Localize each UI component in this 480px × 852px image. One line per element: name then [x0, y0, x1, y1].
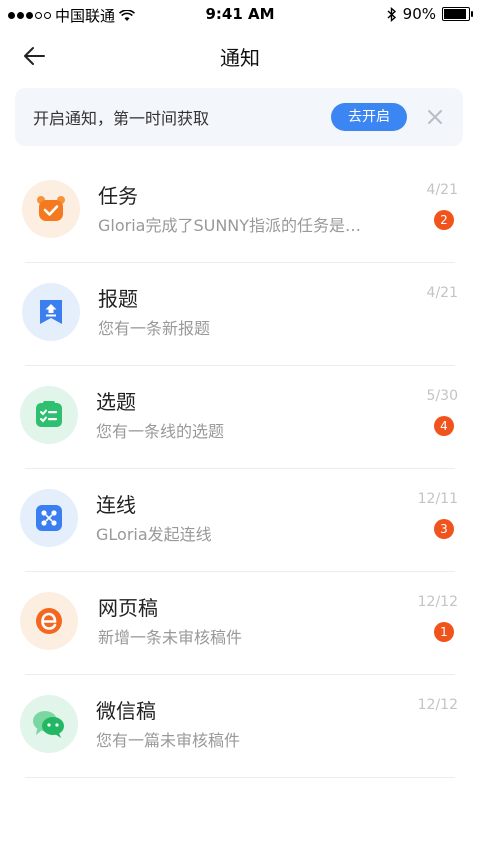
item-date: 12/12: [417, 594, 458, 610]
battery-percent: 90%: [402, 5, 436, 23]
item-title: 网页稿: [98, 596, 158, 620]
checklist-icon: [20, 386, 78, 444]
status-right: 90%: [387, 5, 473, 23]
item-subtitle: GLoria发起连线: [96, 525, 212, 544]
browser-e-icon: [20, 592, 78, 650]
unread-badge: 3: [434, 519, 454, 539]
item-date: 12/11: [417, 491, 458, 507]
item-subtitle: 您有一条线的选题: [96, 422, 225, 441]
item-title: 微信稿: [96, 699, 156, 723]
unread-badge: 1: [434, 622, 454, 642]
list-item[interactable]: 连线 GLoria发起连线 12/11 3: [0, 469, 480, 572]
page-title: 通知: [220, 46, 260, 70]
wechat-icon: [20, 695, 78, 753]
list-item[interactable]: 网页稿 新增一条未审核稿件 12/12 1: [0, 572, 480, 675]
item-date: 5/30: [426, 388, 458, 404]
alarm-clock-icon: [22, 180, 80, 238]
connect-dice-icon: [20, 489, 78, 547]
close-icon[interactable]: [425, 107, 445, 127]
item-subtitle: 您有一篇未审核稿件: [96, 731, 241, 750]
list-item[interactable]: 任务 Gloria完成了SUNNY指派的任务是… 4/21 2: [0, 160, 480, 263]
item-subtitle: 新增一条未审核稿件: [98, 628, 243, 647]
list-item[interactable]: 微信稿 您有一篇未审核稿件 12/12: [0, 675, 480, 778]
item-title: 任务: [98, 184, 138, 208]
notification-prompt-banner: 开启通知，第一时间获取 去开启: [15, 88, 463, 146]
status-bar: 中国联通 9:41 AM 90%: [0, 0, 480, 28]
report-upload-icon: [22, 283, 80, 341]
item-subtitle: Gloria完成了SUNNY指派的任务是…: [98, 216, 362, 235]
divider: [25, 777, 455, 778]
item-title: 报题: [98, 287, 138, 311]
list-item[interactable]: 选题 您有一条线的选题 5/30 4: [0, 366, 480, 469]
notification-list: 任务 Gloria完成了SUNNY指派的任务是… 4/21 2 报题 您有一条新…: [0, 160, 480, 778]
item-subtitle: 您有一条新报题: [98, 319, 211, 338]
banner-text: 开启通知，第一时间获取: [33, 109, 210, 128]
enable-notifications-button[interactable]: 去开启: [331, 103, 407, 131]
nav-bar: 通知: [0, 36, 480, 76]
item-title: 选题: [96, 390, 136, 414]
bluetooth-icon: [387, 6, 396, 22]
item-date: 4/21: [426, 182, 458, 198]
item-date: 4/21: [426, 285, 458, 301]
item-title: 连线: [96, 493, 136, 517]
list-item[interactable]: 报题 您有一条新报题 4/21: [0, 263, 480, 366]
unread-badge: 2: [434, 210, 454, 230]
battery-icon: [442, 7, 473, 21]
unread-badge: 4: [434, 416, 454, 436]
item-date: 12/12: [417, 697, 458, 713]
